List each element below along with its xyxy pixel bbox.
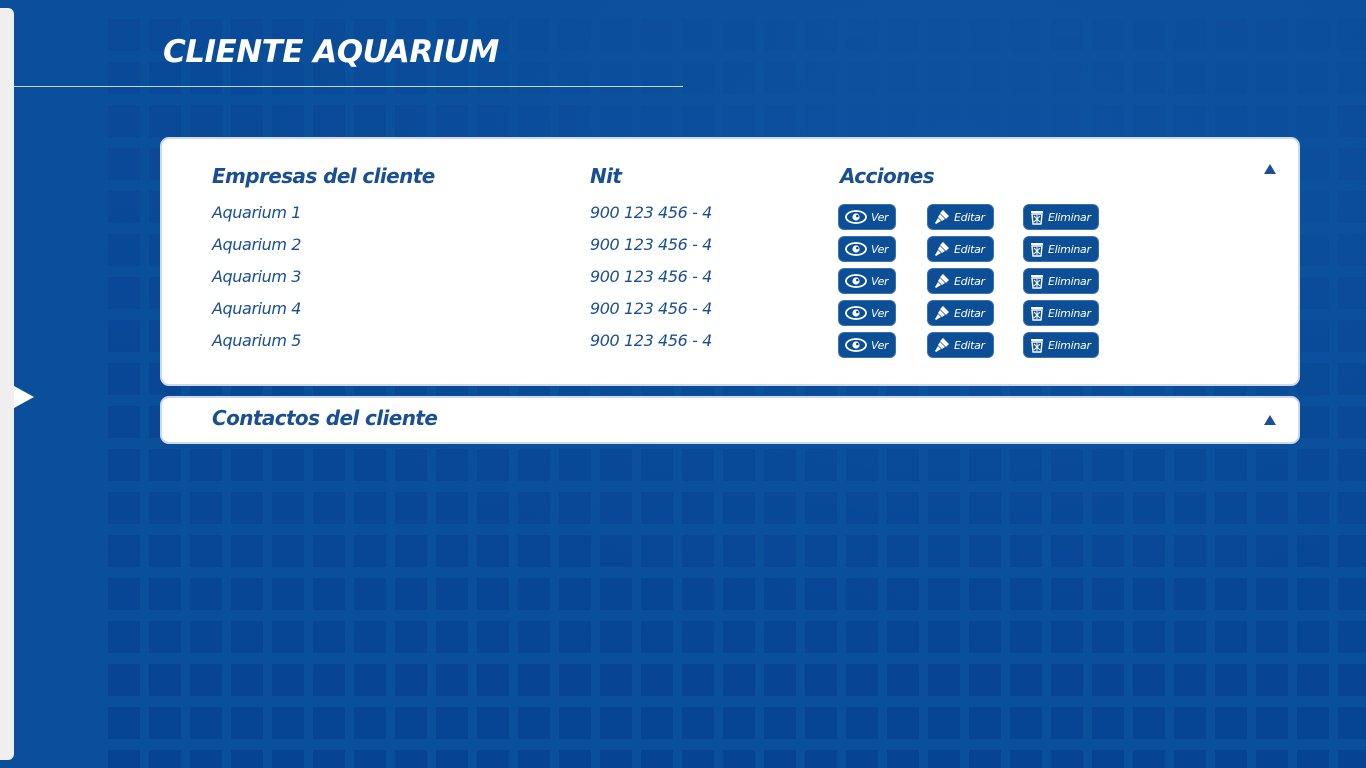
contacts-panel[interactable]: Contactos del cliente [160, 396, 1300, 444]
table-row: Aquarium 2 900 123 456 - 4 Ver Editar El… [162, 235, 1298, 267]
trash-icon [1030, 242, 1044, 257]
trash-icon [1030, 274, 1044, 289]
trash-icon [1030, 338, 1044, 353]
collapse-companies-icon[interactable] [1264, 164, 1276, 174]
delete-label: Eliminar [1048, 306, 1091, 320]
companies-panel: Empresas del cliente Nit Acciones Aquari… [160, 137, 1300, 386]
page-title: CLIENTE AQUARIUM [163, 34, 499, 70]
edit-button[interactable]: Editar [927, 236, 994, 262]
brush-icon [934, 241, 950, 257]
table-row: Aquarium 5 900 123 456 - 4 Ver Editar El… [162, 331, 1298, 363]
delete-button[interactable]: Eliminar [1023, 300, 1099, 326]
header-actions: Acciones [840, 164, 935, 188]
background-pattern [108, 8, 1366, 768]
company-name: Aquarium 3 [212, 267, 302, 286]
edit-label: Editar [954, 242, 985, 256]
brush-icon [934, 209, 950, 225]
company-name: Aquarium 4 [212, 299, 302, 318]
view-button[interactable]: Ver [838, 204, 896, 230]
delete-button[interactable]: Eliminar [1023, 332, 1099, 358]
company-nit: 900 123 456 - 4 [590, 267, 712, 286]
view-button[interactable]: Ver [838, 332, 896, 358]
view-label: Ver [871, 338, 889, 352]
edit-button[interactable]: Editar [927, 300, 994, 326]
view-button[interactable]: Ver [838, 236, 896, 262]
view-label: Ver [871, 274, 889, 288]
edit-button[interactable]: Editar [927, 268, 994, 294]
edit-button[interactable]: Editar [927, 332, 994, 358]
eye-icon [845, 242, 867, 256]
company-name: Aquarium 2 [212, 235, 302, 254]
delete-label: Eliminar [1048, 210, 1091, 224]
delete-button[interactable]: Eliminar [1023, 236, 1099, 262]
table-row: Aquarium 1 900 123 456 - 4 Ver Editar El… [162, 203, 1298, 235]
delete-button[interactable]: Eliminar [1023, 204, 1099, 230]
company-name: Aquarium 5 [212, 331, 302, 350]
brush-icon [934, 305, 950, 321]
eye-icon [845, 210, 867, 224]
view-label: Ver [871, 306, 889, 320]
brush-icon [934, 337, 950, 353]
contacts-title: Contactos del cliente [212, 406, 438, 430]
edit-label: Editar [954, 210, 985, 224]
collapse-contacts-icon[interactable] [1264, 415, 1276, 425]
edit-label: Editar [954, 274, 985, 288]
view-button[interactable]: Ver [838, 268, 896, 294]
edit-button[interactable]: Editar [927, 204, 994, 230]
delete-label: Eliminar [1048, 274, 1091, 288]
view-label: Ver [871, 210, 889, 224]
company-nit: 900 123 456 - 4 [590, 235, 712, 254]
drawer-arrow-icon[interactable] [14, 386, 34, 408]
company-nit: 900 123 456 - 4 [590, 331, 712, 350]
company-name: Aquarium 1 [212, 203, 302, 222]
table-row: Aquarium 3 900 123 456 - 4 Ver Editar El… [162, 267, 1298, 299]
header-nit: Nit [590, 164, 622, 188]
title-divider [14, 86, 683, 87]
company-nit: 900 123 456 - 4 [590, 299, 712, 318]
eye-icon [845, 306, 867, 320]
company-nit: 900 123 456 - 4 [590, 203, 712, 222]
eye-icon [845, 274, 867, 288]
view-label: Ver [871, 242, 889, 256]
trash-icon [1030, 210, 1044, 225]
delete-button[interactable]: Eliminar [1023, 268, 1099, 294]
delete-label: Eliminar [1048, 242, 1091, 256]
edit-label: Editar [954, 306, 985, 320]
table-row: Aquarium 4 900 123 456 - 4 Ver Editar El… [162, 299, 1298, 331]
eye-icon [845, 338, 867, 352]
header-company: Empresas del cliente [212, 164, 435, 188]
side-drawer-handle[interactable] [0, 8, 14, 760]
edit-label: Editar [954, 338, 985, 352]
view-button[interactable]: Ver [838, 300, 896, 326]
trash-icon [1030, 306, 1044, 321]
delete-label: Eliminar [1048, 338, 1091, 352]
brush-icon [934, 273, 950, 289]
